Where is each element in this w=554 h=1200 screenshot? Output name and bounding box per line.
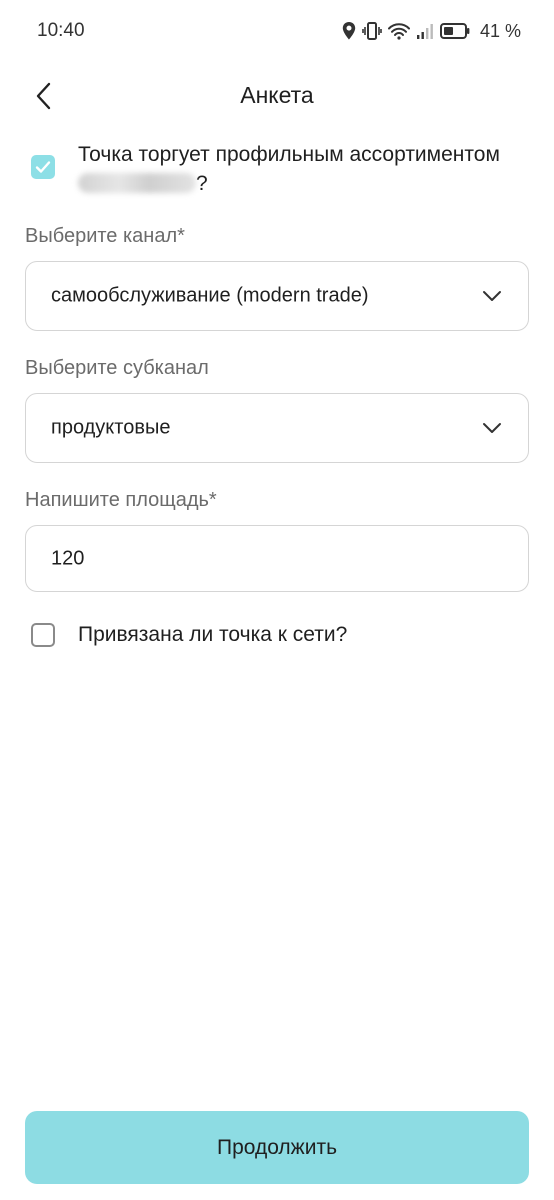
network-checkbox[interactable] (31, 623, 55, 647)
network-question-label[interactable]: Привязана ли точка к сети? (78, 623, 347, 647)
area-label: Напишите площадь* (25, 489, 217, 511)
status-time: 10:40 (37, 20, 85, 41)
signal-icon (416, 22, 434, 40)
chevron-down-icon (483, 423, 501, 433)
location-icon (342, 22, 356, 40)
checkmark-icon (35, 161, 51, 173)
page-title: Анкета (240, 82, 314, 108)
area-input[interactable]: 120 (25, 525, 529, 592)
area-input-value: 120 (51, 547, 85, 569)
subchannel-select[interactable]: продуктовые (25, 393, 529, 463)
assortment-question-text: Точка торгует профильным ассортиментом (78, 143, 500, 166)
blurred-brand-name (78, 173, 196, 193)
chevron-down-icon (483, 291, 501, 301)
continue-button[interactable]: Продолжить (25, 1111, 529, 1184)
battery-icon (439, 22, 470, 40)
app-header: Анкета (0, 62, 554, 130)
network-question: Привязана ли точка к сети? (30, 622, 530, 650)
subchannel-select-value: продуктовые (51, 416, 171, 439)
battery-percent: 41 % (479, 20, 521, 41)
assortment-question-label[interactable]: Точка торгует профильным ассортиментом ? (78, 140, 530, 198)
subchannel-label: Выберите субканал (25, 357, 209, 379)
vibrate-icon (362, 22, 382, 40)
status-bar: 10:40 41 % (0, 0, 554, 62)
continue-button-label: Продолжить (216, 1135, 338, 1159)
channel-label: Выберите канал* (25, 225, 185, 247)
status-icons: 41 % (342, 19, 521, 43)
wifi-icon (387, 22, 410, 40)
channel-select-value: самообслуживание (modern trade) (51, 284, 369, 307)
assortment-question-suffix: ? (196, 172, 208, 195)
channel-select[interactable]: самообслуживание (modern trade) (25, 261, 529, 331)
assortment-checkbox[interactable] (31, 155, 55, 179)
